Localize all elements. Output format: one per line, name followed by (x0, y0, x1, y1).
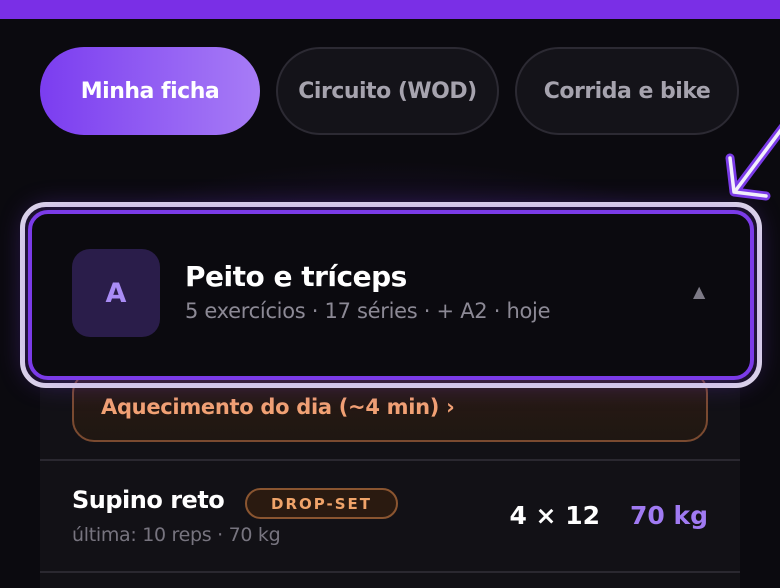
workout-card-a[interactable]: A Peito e tríceps 5 exercícios · 17 séri… (28, 210, 754, 380)
top-accent-bar (0, 0, 780, 19)
exercise-row[interactable]: Supino reto DROP-SET última: 10 reps · 7… (40, 461, 740, 571)
exercise-technique-badge: DROP-SET (245, 488, 398, 519)
exercise-name: Supino reto (72, 486, 225, 514)
workout-tabs: Minha ficha Circuito (WOD) Corrida e bik… (40, 47, 739, 135)
exercise-sets-reps: 4 × 12 (509, 501, 600, 530)
divider (40, 571, 740, 573)
tab-corrida-bike[interactable]: Corrida e bike (515, 47, 739, 135)
arrow-down-left-icon (725, 123, 780, 201)
caret-up-icon[interactable]: ▲ (693, 282, 705, 301)
workout-title: Peito e tríceps (185, 260, 407, 293)
workout-summary: 5 exercícios · 17 séries · + A2 · hoje (185, 299, 551, 323)
tab-circuito-wod[interactable]: Circuito (WOD) (276, 47, 499, 135)
workout-letter-avatar: A (72, 249, 160, 337)
tab-minha-ficha[interactable]: Minha ficha (40, 47, 260, 135)
exercise-weight: 70 kg (629, 501, 708, 530)
exercise-last-session: última: 10 reps · 70 kg (72, 524, 281, 546)
